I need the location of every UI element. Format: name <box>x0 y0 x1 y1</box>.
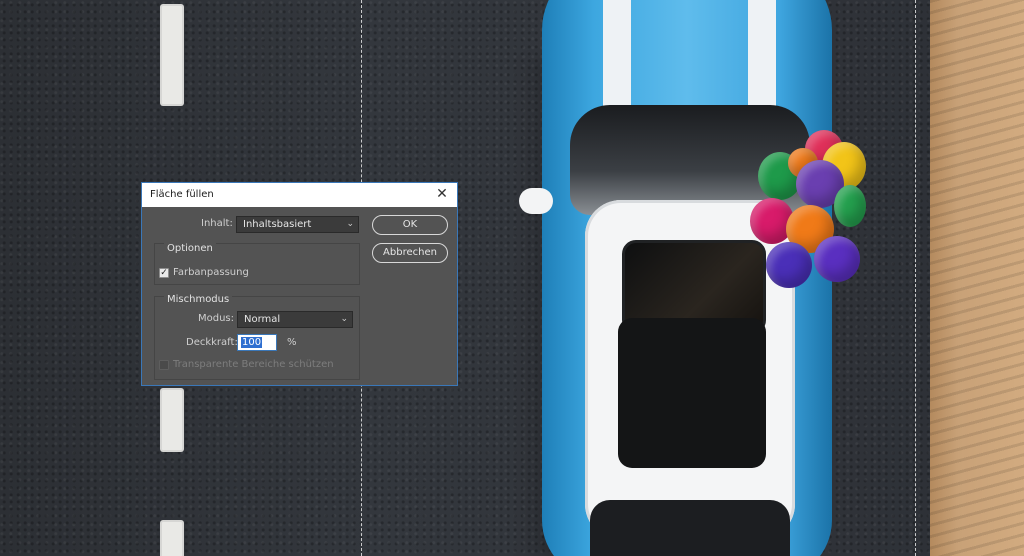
lane-marking <box>160 4 184 106</box>
farbanpassung-label[interactable]: Farbanpassung <box>173 267 249 278</box>
balloon-green <box>834 185 866 227</box>
hood-stripe <box>603 0 631 110</box>
chevron-down-icon: ⌄ <box>340 314 348 324</box>
modus-select[interactable]: Normal ⌄ <box>237 311 353 328</box>
checkmark-icon: ✓ <box>160 268 168 278</box>
rear-window <box>590 500 790 556</box>
hood-stripe <box>748 0 776 110</box>
dialog-title: Fläche füllen <box>150 189 214 200</box>
farbanpassung-checkbox[interactable]: ✓ <box>159 268 169 278</box>
transparent-checkbox[interactable] <box>159 360 169 370</box>
mischmodus-title: Mischmodus <box>164 294 233 305</box>
side-mirror <box>519 188 553 214</box>
fill-dialog: Fläche füllen ✕ Inhalt: Inhaltsbasiert ⌄… <box>141 182 458 386</box>
sand-roadside <box>930 0 1024 556</box>
deckkraft-label: Deckkraft: <box>186 337 238 348</box>
deckkraft-value: 100 <box>241 337 263 348</box>
ok-button[interactable]: OK <box>372 215 448 235</box>
mischmodus-group: Mischmodus Modus: Normal ⌄ Deckkraft: 10… <box>154 294 360 380</box>
modus-selected-value: Normal <box>244 314 281 325</box>
modus-label: Modus: <box>198 313 235 324</box>
optionen-group: Optionen ✓ Farbanpassung <box>154 243 360 285</box>
lane-marking <box>160 388 184 452</box>
optionen-title: Optionen <box>164 243 216 254</box>
dialog-titlebar[interactable]: Fläche füllen ✕ <box>142 183 457 207</box>
inhalt-select[interactable]: Inhaltsbasiert ⌄ <box>236 216 359 233</box>
cancel-button[interactable]: Abbrechen <box>372 243 448 263</box>
close-icon[interactable]: ✕ <box>433 185 451 203</box>
inhalt-selected-value: Inhaltsbasiert <box>243 219 312 230</box>
lane-marking <box>160 520 184 556</box>
dialog-content: Inhalt: Inhaltsbasiert ⌄ OK Abbrechen Op… <box>142 207 457 385</box>
balloon-purple <box>814 236 860 282</box>
deckkraft-unit: % <box>287 337 297 348</box>
selection-marquee-right <box>915 0 916 556</box>
inhalt-label: Inhalt: <box>201 218 233 229</box>
deckkraft-input[interactable]: 100 <box>237 334 277 351</box>
sunroof-back <box>618 318 766 468</box>
balloon-blue <box>766 242 812 288</box>
transparent-label[interactable]: Transparente Bereiche schützen <box>173 359 334 370</box>
chevron-down-icon: ⌄ <box>346 219 354 229</box>
